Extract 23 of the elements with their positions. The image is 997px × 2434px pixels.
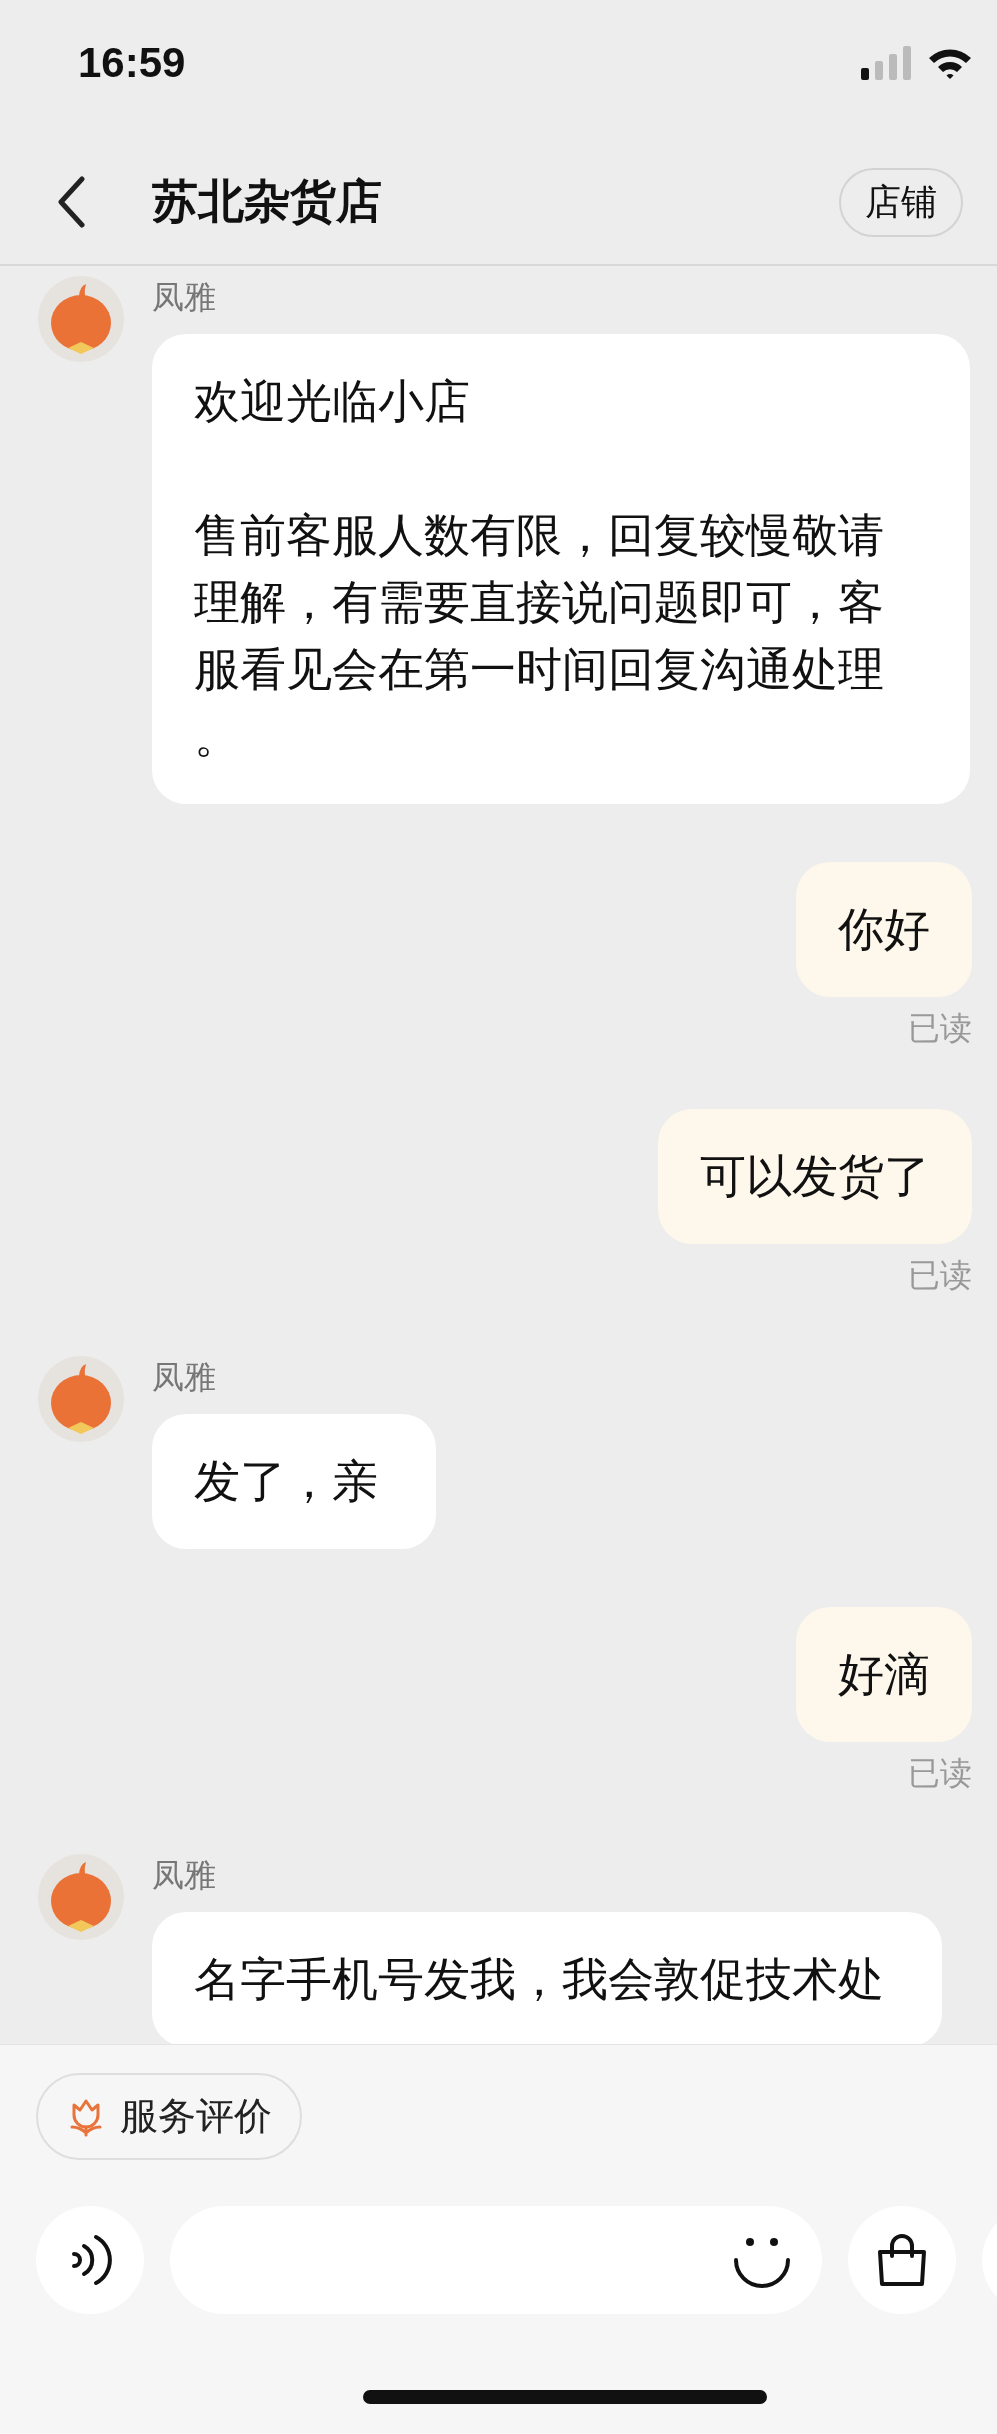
message-text: 发了，亲 [194, 1453, 378, 1510]
wifi-icon [927, 46, 973, 80]
message-bubble: 好滴 [796, 1607, 972, 1742]
shop-button[interactable]: 店铺 [839, 167, 963, 237]
message-text: 售前客服人数有限，回复较慢敬请理解，有需要直接说问题即可，客服看见会在第一时间回复沟通处理。 [194, 507, 885, 765]
avatar-icon[interactable] [38, 276, 124, 362]
sender-name: 凤雅 [152, 1357, 216, 1398]
status-time: 16:59 [78, 39, 186, 87]
sender-name: 凤雅 [152, 1855, 216, 1896]
back-icon[interactable] [56, 176, 86, 228]
signal-icon [861, 46, 913, 80]
sender-name: 凤雅 [152, 277, 216, 318]
message-bubble: 可以发货了 [658, 1109, 972, 1244]
avatar-icon[interactable] [38, 1854, 124, 1940]
message-bubble: 你好 [796, 862, 972, 997]
avatar-icon[interactable] [38, 1356, 124, 1442]
rating-button[interactable]: 服务评价 [36, 2073, 302, 2160]
shop-title: 苏北杂货店 [152, 173, 383, 230]
message-text: 欢迎光临小店 [194, 373, 470, 430]
message-text: 名字手机号发我，我会敦促技术处 [194, 1951, 884, 2008]
read-status: 已读 [908, 1753, 972, 1794]
read-status: 已读 [908, 1255, 972, 1296]
read-status: 已读 [908, 1008, 972, 1049]
